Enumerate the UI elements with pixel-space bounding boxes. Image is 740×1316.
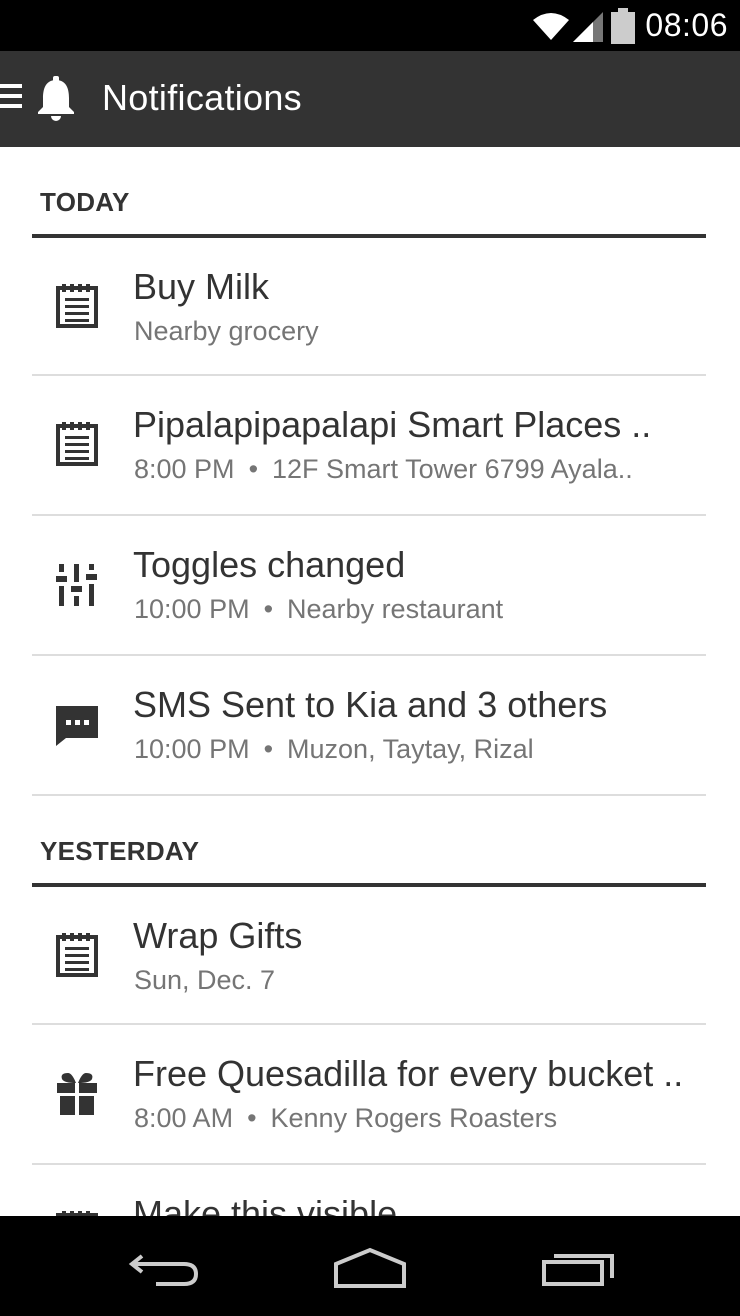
item-subtitle: Nearby grocery bbox=[134, 316, 706, 347]
notepad-icon bbox=[56, 933, 98, 977]
menu-icon[interactable] bbox=[0, 84, 22, 114]
item-detail: Sun, Dec. 7 bbox=[134, 965, 276, 995]
item-subtitle: 8:00 PM • 12F Smart Tower 6799 Ayala.. bbox=[134, 454, 706, 485]
item-subtitle: Sun, Dec. 7 bbox=[134, 965, 706, 996]
item-detail: 12F Smart Tower 6799 Ayala.. bbox=[272, 454, 633, 484]
item-time: 10:00 PM bbox=[134, 594, 250, 624]
list-item[interactable]: Wrap Gifts Sun, Dec. 7 bbox=[32, 887, 706, 1025]
notifications-screen: 08:06 Notifications TODAY Buy Milk Nearb… bbox=[0, 0, 740, 1316]
item-title: Free Quesadilla for every bucket .. bbox=[133, 1053, 684, 1094]
bell-icon bbox=[38, 76, 74, 121]
separator-dot: • bbox=[263, 594, 274, 624]
list-item[interactable]: Free Quesadilla for every bucket .. 8:00… bbox=[32, 1025, 706, 1165]
item-detail: Muzon, Taytay, Rizal bbox=[287, 734, 534, 764]
status-bar: 08:06 bbox=[0, 0, 740, 51]
notepad-icon bbox=[56, 284, 98, 328]
separator-dot: • bbox=[263, 734, 274, 764]
sms-icon bbox=[56, 706, 98, 746]
item-detail: Kenny Rogers Roasters bbox=[270, 1103, 558, 1133]
wifi-icon bbox=[533, 12, 570, 40]
item-title: SMS Sent to Kia and 3 others bbox=[133, 684, 608, 725]
back-icon[interactable] bbox=[126, 1244, 206, 1288]
page-title: Notifications bbox=[102, 77, 302, 118]
navigation-bar bbox=[0, 1216, 740, 1316]
recent-apps-icon[interactable] bbox=[538, 1244, 618, 1288]
item-title: Pipalapipapalapi Smart Places .. bbox=[133, 404, 652, 445]
item-detail: Nearby restaurant bbox=[287, 594, 504, 624]
list-item[interactable]: Pipalapipapalapi Smart Places .. 8:00 PM… bbox=[32, 376, 706, 516]
item-subtitle: 10:00 PM • Muzon, Taytay, Rizal bbox=[134, 734, 706, 765]
item-subtitle: 8:00 AM • Kenny Rogers Roasters bbox=[134, 1103, 706, 1134]
list-item[interactable]: Toggles changed 10:00 PM • Nearby restaura… bbox=[32, 516, 706, 656]
item-title: Toggles changed bbox=[133, 544, 406, 585]
home-icon[interactable] bbox=[330, 1244, 410, 1288]
toggles-icon bbox=[56, 564, 97, 606]
battery-icon bbox=[611, 7, 636, 44]
item-title: Buy Milk bbox=[133, 266, 270, 307]
item-title: Make this visible bbox=[133, 1193, 398, 1216]
item-detail: Nearby grocery bbox=[134, 316, 319, 346]
item-time: 8:00 PM bbox=[134, 454, 235, 484]
signal-icon bbox=[573, 11, 604, 42]
notepad-icon bbox=[56, 1211, 98, 1216]
notification-list[interactable]: TODAY Buy Milk Nearby grocery Pipalapipa… bbox=[0, 147, 740, 1216]
list-item[interactable]: Make this visible bbox=[32, 1165, 706, 1216]
item-title: Wrap Gifts bbox=[133, 915, 303, 956]
status-icons: 08:06 bbox=[531, 0, 728, 51]
section-header-yesterday: YESTERDAY bbox=[32, 796, 706, 887]
status-time: 08:06 bbox=[645, 7, 728, 43]
item-time: 8:00 AM bbox=[134, 1103, 234, 1133]
app-bar: Notifications bbox=[0, 51, 740, 147]
item-time: 10:00 PM bbox=[134, 734, 250, 764]
list-item[interactable]: Buy Milk Nearby grocery bbox=[32, 238, 706, 376]
item-subtitle: 10:00 PM • Nearby restaurant bbox=[134, 594, 706, 625]
gift-icon bbox=[57, 1073, 97, 1115]
notepad-icon bbox=[56, 422, 98, 466]
separator-dot: • bbox=[248, 454, 259, 484]
section-header-today: TODAY bbox=[32, 147, 706, 238]
separator-dot: • bbox=[247, 1103, 257, 1133]
list-item[interactable]: SMS Sent to Kia and 3 others 10:00 PM • Mu… bbox=[32, 656, 706, 796]
